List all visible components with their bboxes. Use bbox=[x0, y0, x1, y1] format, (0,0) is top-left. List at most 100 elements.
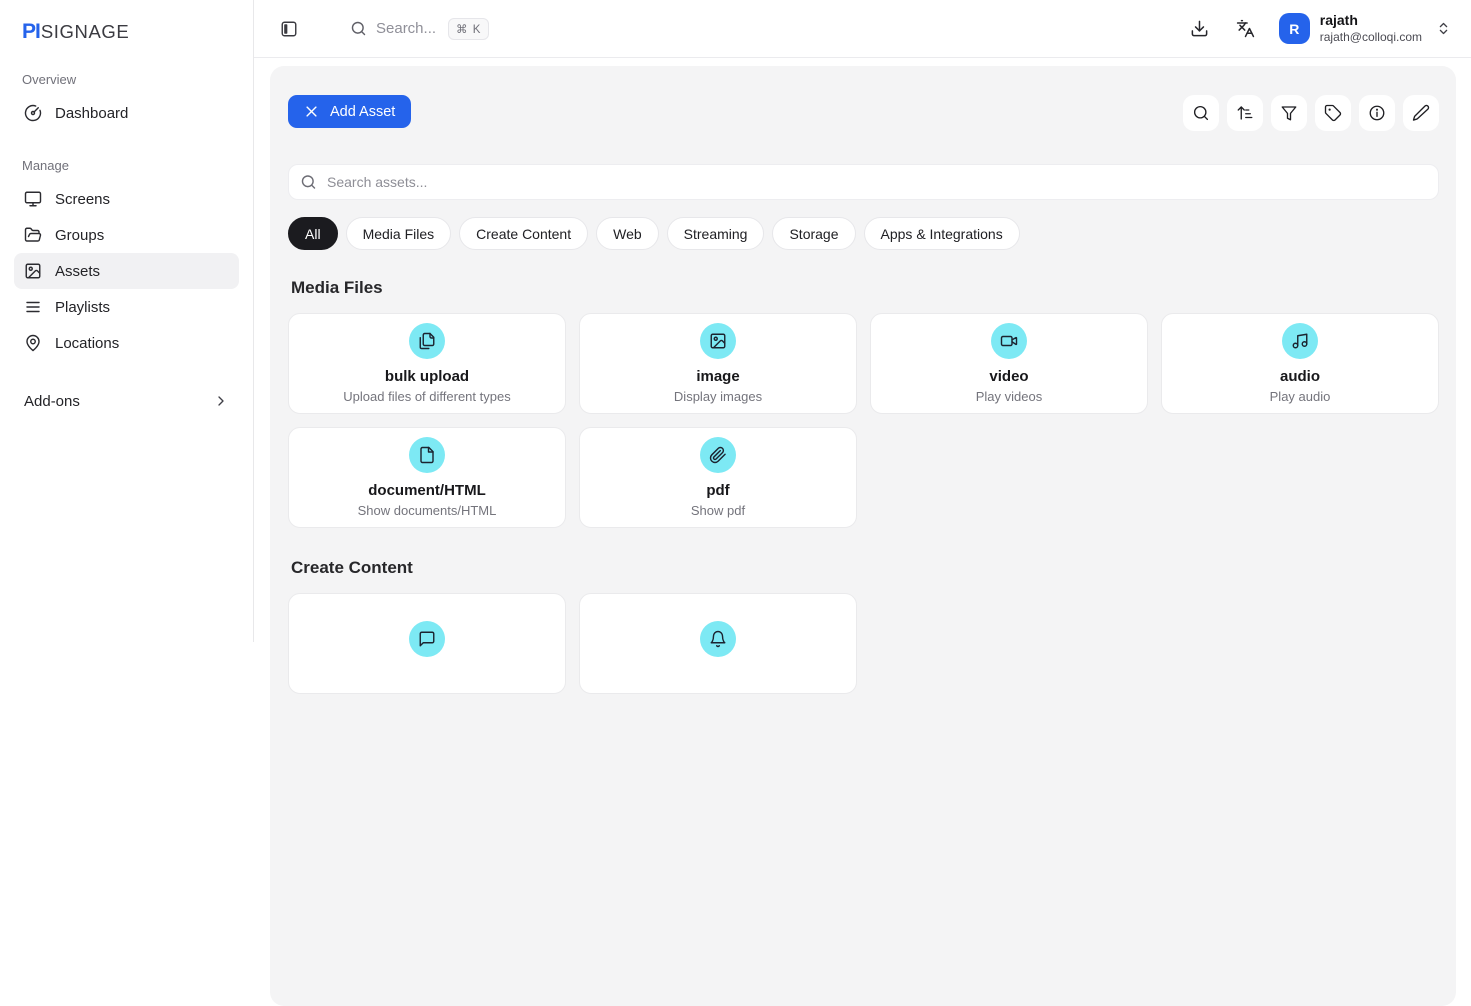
filter-chip-create-content[interactable]: Create Content bbox=[459, 217, 588, 250]
asset-search bbox=[288, 164, 1439, 200]
brand-logo-mark: PI bbox=[22, 20, 40, 44]
filter-icon bbox=[1280, 104, 1298, 122]
files-icon bbox=[409, 323, 445, 359]
add-asset-label: Add Asset bbox=[330, 104, 395, 120]
asset-card-video[interactable]: video Play videos bbox=[870, 313, 1148, 414]
language-button[interactable] bbox=[1229, 12, 1263, 46]
close-icon bbox=[304, 104, 319, 119]
sort-ascending-icon bbox=[1236, 104, 1254, 122]
message-square-icon bbox=[409, 621, 445, 657]
asset-card-message[interactable] bbox=[288, 593, 566, 694]
list-icon bbox=[24, 298, 42, 316]
chevron-right-icon bbox=[213, 393, 229, 409]
search-icon bbox=[1192, 104, 1210, 122]
filter-chip-storage[interactable]: Storage bbox=[772, 217, 855, 250]
filter-chip-web[interactable]: Web bbox=[596, 217, 659, 250]
file-icon bbox=[409, 437, 445, 473]
monitor-icon bbox=[24, 190, 42, 208]
assets-sort-button[interactable] bbox=[1227, 95, 1263, 131]
asset-card-image[interactable]: image Display images bbox=[579, 313, 857, 414]
sidebar-item-groups[interactable]: Groups bbox=[14, 217, 239, 253]
assets-info-button[interactable] bbox=[1359, 95, 1395, 131]
gauge-icon bbox=[24, 104, 42, 122]
card-subtitle: Display images bbox=[674, 389, 762, 404]
section-create-content: Create Content bbox=[288, 558, 1439, 694]
sidebar-toggle-button[interactable] bbox=[274, 14, 304, 44]
sidebar-group-manage: Manage bbox=[22, 158, 253, 173]
card-subtitle: Show documents/HTML bbox=[358, 503, 497, 518]
topbar: Search... ⌘ K R rajath rajath@colloqi.co… bbox=[254, 0, 1471, 58]
assets-edit-button[interactable] bbox=[1403, 95, 1439, 131]
card-title: document/HTML bbox=[368, 482, 486, 501]
user-menu-button[interactable]: R rajath rajath@colloqi.com bbox=[1279, 12, 1451, 45]
download-icon bbox=[1190, 19, 1209, 38]
assets-tool-icons bbox=[1183, 95, 1439, 131]
card-title: image bbox=[696, 368, 739, 387]
asset-card-notice[interactable] bbox=[579, 593, 857, 694]
card-title: bulk upload bbox=[385, 368, 469, 387]
add-asset-button[interactable]: Add Asset bbox=[288, 95, 411, 128]
filter-chip-media-files[interactable]: Media Files bbox=[346, 217, 452, 250]
tag-icon bbox=[1324, 104, 1342, 122]
chevrons-up-down-icon bbox=[1436, 21, 1451, 36]
image-icon bbox=[24, 262, 42, 280]
filter-chip-all[interactable]: All bbox=[288, 217, 338, 250]
asset-filter-chips: All Media Files Create Content Web Strea… bbox=[288, 217, 1439, 250]
edit-icon bbox=[1412, 104, 1430, 122]
user-meta: rajath rajath@colloqi.com bbox=[1320, 12, 1422, 45]
assets-tag-button[interactable] bbox=[1315, 95, 1351, 131]
sidebar-item-label: Dashboard bbox=[55, 105, 128, 122]
card-subtitle: Upload files of different types bbox=[343, 389, 510, 404]
media-files-grid: bulk upload Upload files of different ty… bbox=[288, 313, 1439, 528]
addons-label: Add-ons bbox=[24, 393, 80, 410]
card-subtitle: Show pdf bbox=[691, 503, 745, 518]
sidebar-item-addons[interactable]: Add-ons bbox=[14, 385, 239, 417]
assets-filter-button[interactable] bbox=[1271, 95, 1307, 131]
bell-icon bbox=[700, 621, 736, 657]
sidebar: PI SIGNAGE Overview Dashboard Manage Scr… bbox=[0, 0, 254, 642]
global-search[interactable]: Search... ⌘ K bbox=[350, 18, 489, 40]
brand-logo: PI SIGNAGE bbox=[0, 0, 253, 44]
sidebar-group-overview: Overview bbox=[22, 72, 253, 87]
sidebar-item-dashboard[interactable]: Dashboard bbox=[14, 95, 239, 131]
sidebar-item-label: Screens bbox=[55, 191, 110, 208]
sidebar-item-playlists[interactable]: Playlists bbox=[14, 289, 239, 325]
section-title: Media Files bbox=[291, 278, 1439, 298]
sidebar-item-label: Assets bbox=[55, 263, 100, 280]
assets-search-button[interactable] bbox=[1183, 95, 1219, 131]
video-icon bbox=[991, 323, 1027, 359]
asset-card-document-html[interactable]: document/HTML Show documents/HTML bbox=[288, 427, 566, 528]
card-title: video bbox=[989, 368, 1028, 387]
avatar: R bbox=[1279, 13, 1310, 44]
user-name: rajath bbox=[1320, 12, 1422, 30]
card-subtitle: Play videos bbox=[976, 389, 1042, 404]
search-icon bbox=[300, 174, 317, 191]
global-search-placeholder: Search... bbox=[376, 20, 436, 37]
sidebar-item-label: Locations bbox=[55, 335, 119, 352]
sidebar-item-screens[interactable]: Screens bbox=[14, 181, 239, 217]
image-icon bbox=[700, 323, 736, 359]
asset-search-input[interactable] bbox=[288, 164, 1439, 200]
folder-open-icon bbox=[24, 226, 42, 244]
sidebar-item-label: Groups bbox=[55, 227, 104, 244]
sidebar-item-label: Playlists bbox=[55, 299, 110, 316]
languages-icon bbox=[1236, 19, 1255, 38]
sidebar-item-locations[interactable]: Locations bbox=[14, 325, 239, 361]
map-pin-icon bbox=[24, 334, 42, 352]
card-title: pdf bbox=[706, 482, 729, 501]
filter-chip-streaming[interactable]: Streaming bbox=[667, 217, 765, 250]
asset-card-pdf[interactable]: pdf Show pdf bbox=[579, 427, 857, 528]
search-icon bbox=[350, 20, 367, 37]
user-email: rajath@colloqi.com bbox=[1320, 30, 1422, 45]
asset-card-bulk-upload[interactable]: bulk upload Upload files of different ty… bbox=[288, 313, 566, 414]
sidebar-item-assets[interactable]: Assets bbox=[14, 253, 239, 289]
music-icon bbox=[1282, 323, 1318, 359]
section-title: Create Content bbox=[291, 558, 1439, 578]
assets-panel: Add Asset bbox=[270, 66, 1456, 1006]
section-media-files: Media Files bulk upload Upload files of … bbox=[288, 278, 1439, 528]
download-button[interactable] bbox=[1183, 12, 1217, 46]
card-subtitle: Play audio bbox=[1270, 389, 1331, 404]
filter-chip-apps-integrations[interactable]: Apps & Integrations bbox=[864, 217, 1020, 250]
topbar-actions: R rajath rajath@colloqi.com bbox=[1183, 12, 1451, 46]
asset-card-audio[interactable]: audio Play audio bbox=[1161, 313, 1439, 414]
